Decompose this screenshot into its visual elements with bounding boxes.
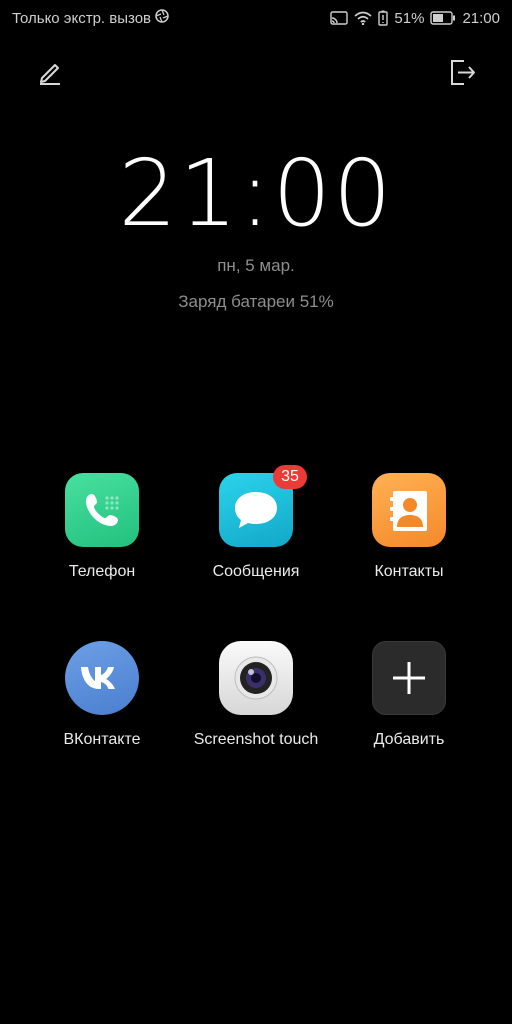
battery-saver-icon <box>378 10 389 26</box>
app-screenshot-touch[interactable]: Screenshot touch <box>181 641 331 749</box>
app-label-phone: Телефон <box>68 563 136 580</box>
status-right: 51% 21:00 <box>330 10 500 27</box>
battery-charge-text: Заряд батареи 51% <box>178 292 334 311</box>
wifi-icon <box>354 11 372 25</box>
app-label-messages: Сообщения <box>212 563 300 580</box>
lock-screen: Только экстр. вызов 51% 21:00 21:00 пн, … <box>0 0 512 1024</box>
app-vk[interactable]: ВКонтакте <box>27 641 177 749</box>
cast-icon <box>330 11 349 25</box>
battery-icon <box>430 11 456 25</box>
app-add[interactable]: Добавить <box>334 641 484 749</box>
app-label-contacts: Контакты <box>374 563 444 580</box>
vk-icon[interactable] <box>65 641 139 715</box>
carrier-text: Только экстр. вызов <box>12 9 152 27</box>
clock-time: 21:00 <box>118 140 394 247</box>
app-phone[interactable]: Телефон <box>27 473 177 581</box>
unread-badge: 35 <box>273 465 307 489</box>
app-contacts[interactable]: Контакты <box>334 473 484 581</box>
status-time: 21:00 <box>462 9 500 27</box>
status-left: Только экстр. вызов <box>12 9 169 27</box>
status-bar: Только экстр. вызов 51% 21:00 <box>0 0 512 36</box>
phone-icon[interactable] <box>65 473 139 547</box>
exit-icon <box>451 60 475 85</box>
contacts-icon[interactable] <box>372 473 446 547</box>
exit-button[interactable] <box>446 56 478 88</box>
aperture-icon <box>155 9 169 27</box>
pencil-icon <box>40 64 60 85</box>
app-label-vk: ВКонтакте <box>63 731 141 748</box>
app-messages[interactable]: 35 Сообщения <box>181 465 331 581</box>
clock-date: пн, 5 мар. <box>217 256 295 275</box>
app-label-add: Добавить <box>373 731 445 748</box>
plus-icon[interactable] <box>372 641 446 715</box>
edit-button[interactable] <box>34 56 66 88</box>
app-label-screenshot-touch: Screenshot touch <box>193 731 319 748</box>
camera-lens-icon[interactable] <box>219 641 293 715</box>
battery-percent: 51% <box>394 9 425 27</box>
messages-icon[interactable]: 35 <box>219 465 307 547</box>
